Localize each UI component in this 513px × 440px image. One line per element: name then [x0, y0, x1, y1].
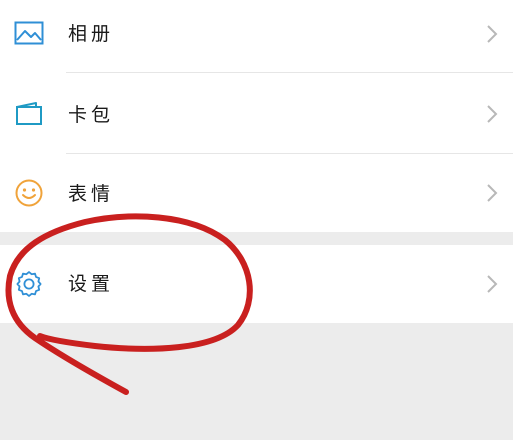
menu-group-top: 相册 卡包 表情 — [0, 0, 513, 232]
menu-item-emoji[interactable]: 表情 — [0, 154, 513, 232]
menu-item-label: 卡包 — [68, 104, 115, 126]
chevron-right-icon — [487, 184, 498, 202]
menu-item-label: 设置 — [68, 273, 115, 295]
section-separator — [0, 232, 513, 245]
menu-item-card-wallet[interactable]: 卡包 — [0, 75, 513, 153]
chevron-right-icon — [487, 105, 498, 123]
me-menu-screen: 相册 卡包 表情 设置 — [0, 0, 513, 440]
chevron-right-icon — [487, 25, 498, 43]
menu-item-label: 表情 — [68, 183, 115, 205]
album-icon — [12, 16, 46, 50]
emoji-icon — [12, 176, 46, 210]
divider — [66, 72, 513, 73]
settings-gear-icon — [12, 267, 46, 301]
menu-item-label: 相册 — [68, 23, 115, 45]
menu-item-settings[interactable]: 设置 — [0, 245, 513, 323]
chevron-right-icon — [487, 275, 498, 293]
menu-group-settings: 设置 — [0, 245, 513, 323]
card-wallet-icon — [12, 97, 46, 131]
menu-item-album[interactable]: 相册 — [0, 0, 513, 72]
